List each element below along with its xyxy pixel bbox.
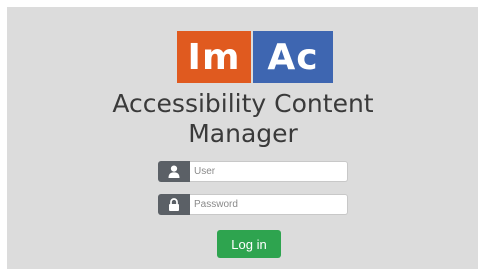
lock-icon [158, 194, 190, 215]
logo-block-left: Im [177, 31, 251, 83]
login-button[interactable]: Log in [217, 230, 281, 258]
username-input[interactable] [190, 161, 348, 182]
password-field [158, 194, 348, 215]
app-title: Accessibility Content Manager [0, 89, 486, 149]
password-input[interactable] [190, 194, 348, 215]
user-icon-glyph [168, 165, 180, 178]
user-icon [158, 161, 190, 182]
app-logo: Im Ac [177, 31, 333, 83]
logo-block-right: Ac [253, 31, 333, 83]
app-title-line-2: Manager [188, 119, 298, 148]
lock-icon-glyph [169, 198, 179, 211]
app-title-line-1: Accessibility Content [112, 89, 374, 118]
username-field [158, 161, 348, 182]
